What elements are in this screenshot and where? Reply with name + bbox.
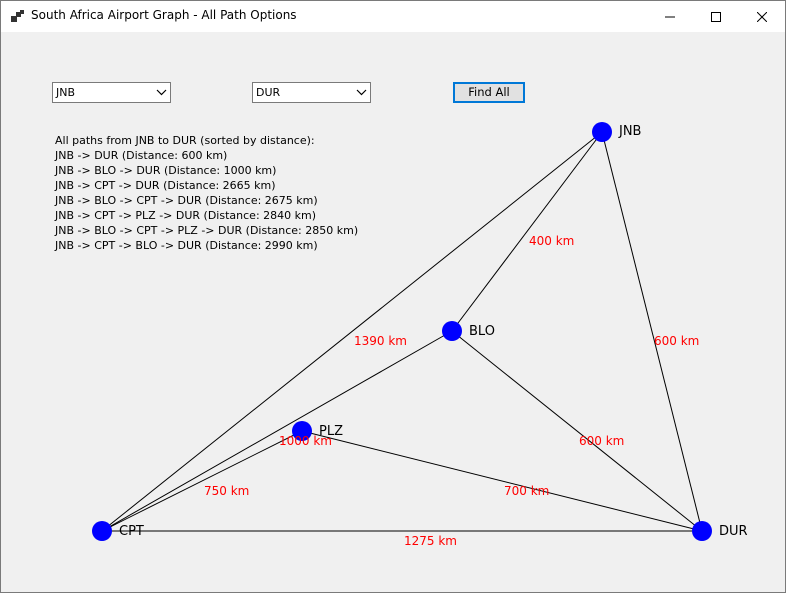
edge-blo-cpt — [101, 330, 453, 532]
node-label-dur: DUR — [719, 524, 748, 539]
maximize-icon — [711, 11, 721, 22]
edge-blo-dur — [451, 330, 703, 532]
edge-label-jnb-blo: 400 km — [529, 234, 574, 248]
node-label-jnb: JNB — [618, 124, 641, 139]
minimize-button[interactable] — [647, 1, 693, 32]
node-blo — [442, 321, 462, 341]
results-panel: All paths from JNB to DUR (sorted by dis… — [55, 133, 358, 253]
title-bar[interactable]: South Africa Airport Graph - All Path Op… — [1, 1, 785, 32]
edge-jnb-blo — [451, 131, 603, 332]
minimize-icon — [665, 16, 675, 17]
app-window: South Africa Airport Graph - All Path Op… — [0, 0, 786, 593]
edge-label-blo-dur: 600 km — [579, 434, 624, 448]
app-icon — [11, 10, 24, 22]
results-header: All paths from JNB to DUR (sorted by dis… — [55, 134, 315, 147]
edge-labels: 400 km 1390 km 600 km 600 km 1000 km 750… — [204, 234, 699, 548]
edge-label-cpt-dur: 1275 km — [404, 534, 457, 548]
client-area: JNB DUR Find All JNB BLO PLZ CPT DUR 400… — [1, 32, 785, 592]
edge-label-plz-dur: 700 km — [504, 484, 549, 498]
close-icon — [757, 11, 767, 22]
result-path: JNB -> BLO -> CPT -> DUR (Distance: 2675… — [55, 194, 318, 207]
result-path: JNB -> CPT -> BLO -> DUR (Distance: 2990… — [55, 239, 318, 252]
node-label-cpt: CPT — [119, 524, 144, 539]
edge-label-plz-cpt: 750 km — [204, 484, 249, 498]
node-cpt — [92, 521, 112, 541]
window-title: South Africa Airport Graph - All Path Op… — [31, 8, 297, 22]
node-label-blo: BLO — [469, 324, 495, 339]
airport-graph: JNB BLO PLZ CPT DUR 400 km 1390 km 600 k… — [92, 122, 748, 548]
edge-label-blo-cpt: 1000 km — [279, 434, 332, 448]
node-jnb — [592, 122, 612, 142]
edge-plz-dur — [301, 430, 703, 532]
result-path: JNB -> DUR (Distance: 600 km) — [55, 149, 228, 162]
edge-label-jnb-cpt: 1390 km — [354, 334, 407, 348]
result-path: JNB -> BLO -> CPT -> PLZ -> DUR (Distanc… — [55, 224, 359, 237]
result-path: JNB -> CPT -> PLZ -> DUR (Distance: 2840… — [55, 209, 317, 222]
node-dur — [692, 521, 712, 541]
maximize-button[interactable] — [693, 1, 739, 32]
edge-plz-cpt — [101, 430, 303, 532]
result-path: JNB -> BLO -> DUR (Distance: 1000 km) — [55, 164, 277, 177]
edge-label-jnb-dur: 600 km — [654, 334, 699, 348]
edge-jnb-dur — [601, 131, 703, 532]
close-button[interactable] — [739, 1, 785, 32]
result-path: JNB -> CPT -> DUR (Distance: 2665 km) — [55, 179, 276, 192]
